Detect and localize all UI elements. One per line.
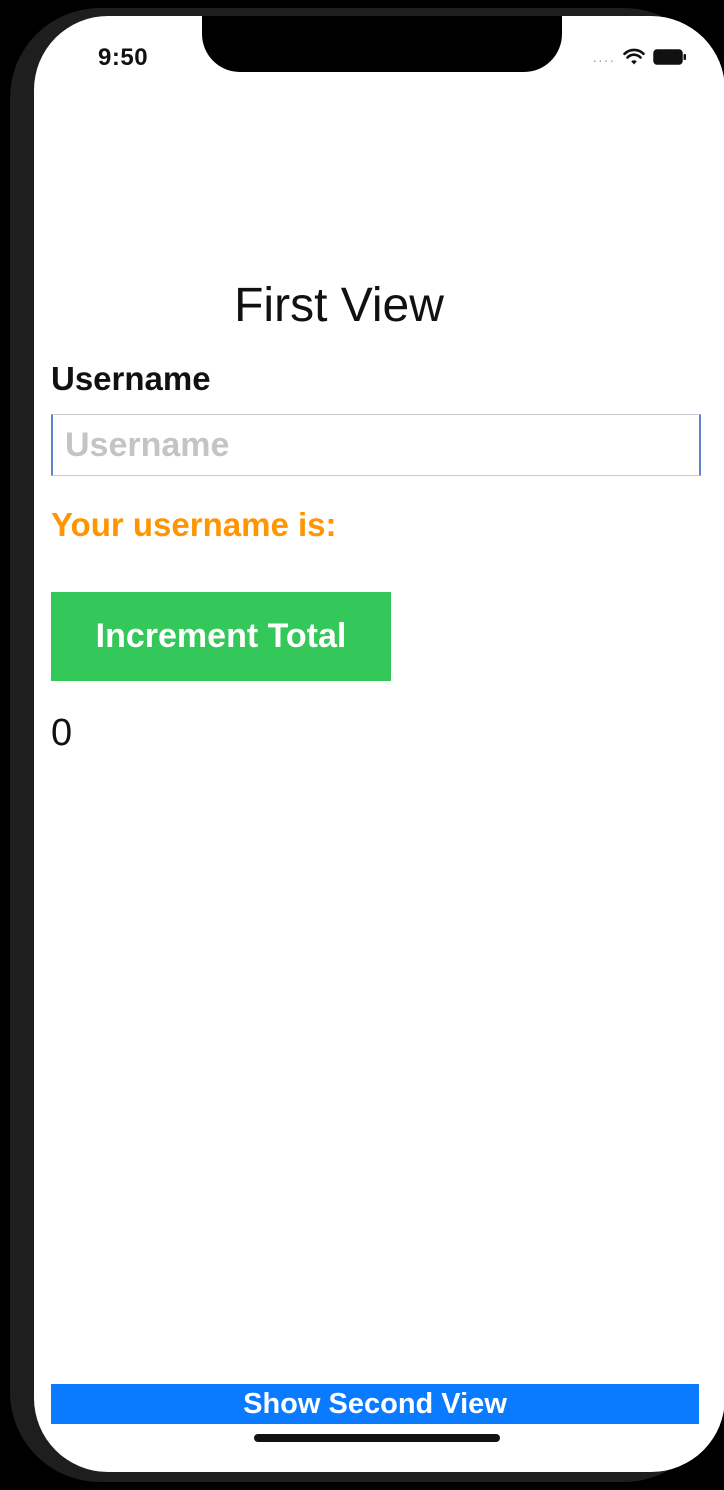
page-title: First View xyxy=(234,279,444,332)
username-label: Username xyxy=(51,360,211,397)
device-notch xyxy=(202,16,562,72)
wifi-icon xyxy=(623,48,645,71)
status-time: 9:50 xyxy=(98,44,149,71)
app-screen: 9:50 ···· First View Username Your usern… xyxy=(34,16,724,1472)
signal-dots-icon: ···· xyxy=(592,51,615,68)
show-second-view-button[interactable]: Show Second View xyxy=(51,1384,699,1424)
device-frame: 9:50 ···· First View Username Your usern… xyxy=(10,8,724,1482)
home-indicator[interactable] xyxy=(254,1434,500,1442)
total-value: 0 xyxy=(51,712,73,754)
battery-icon xyxy=(653,49,687,70)
username-display: Your username is: xyxy=(51,506,337,543)
username-input[interactable] xyxy=(51,414,701,476)
status-icons: ···· xyxy=(592,48,687,71)
increment-total-button[interactable]: Increment Total xyxy=(51,592,391,681)
